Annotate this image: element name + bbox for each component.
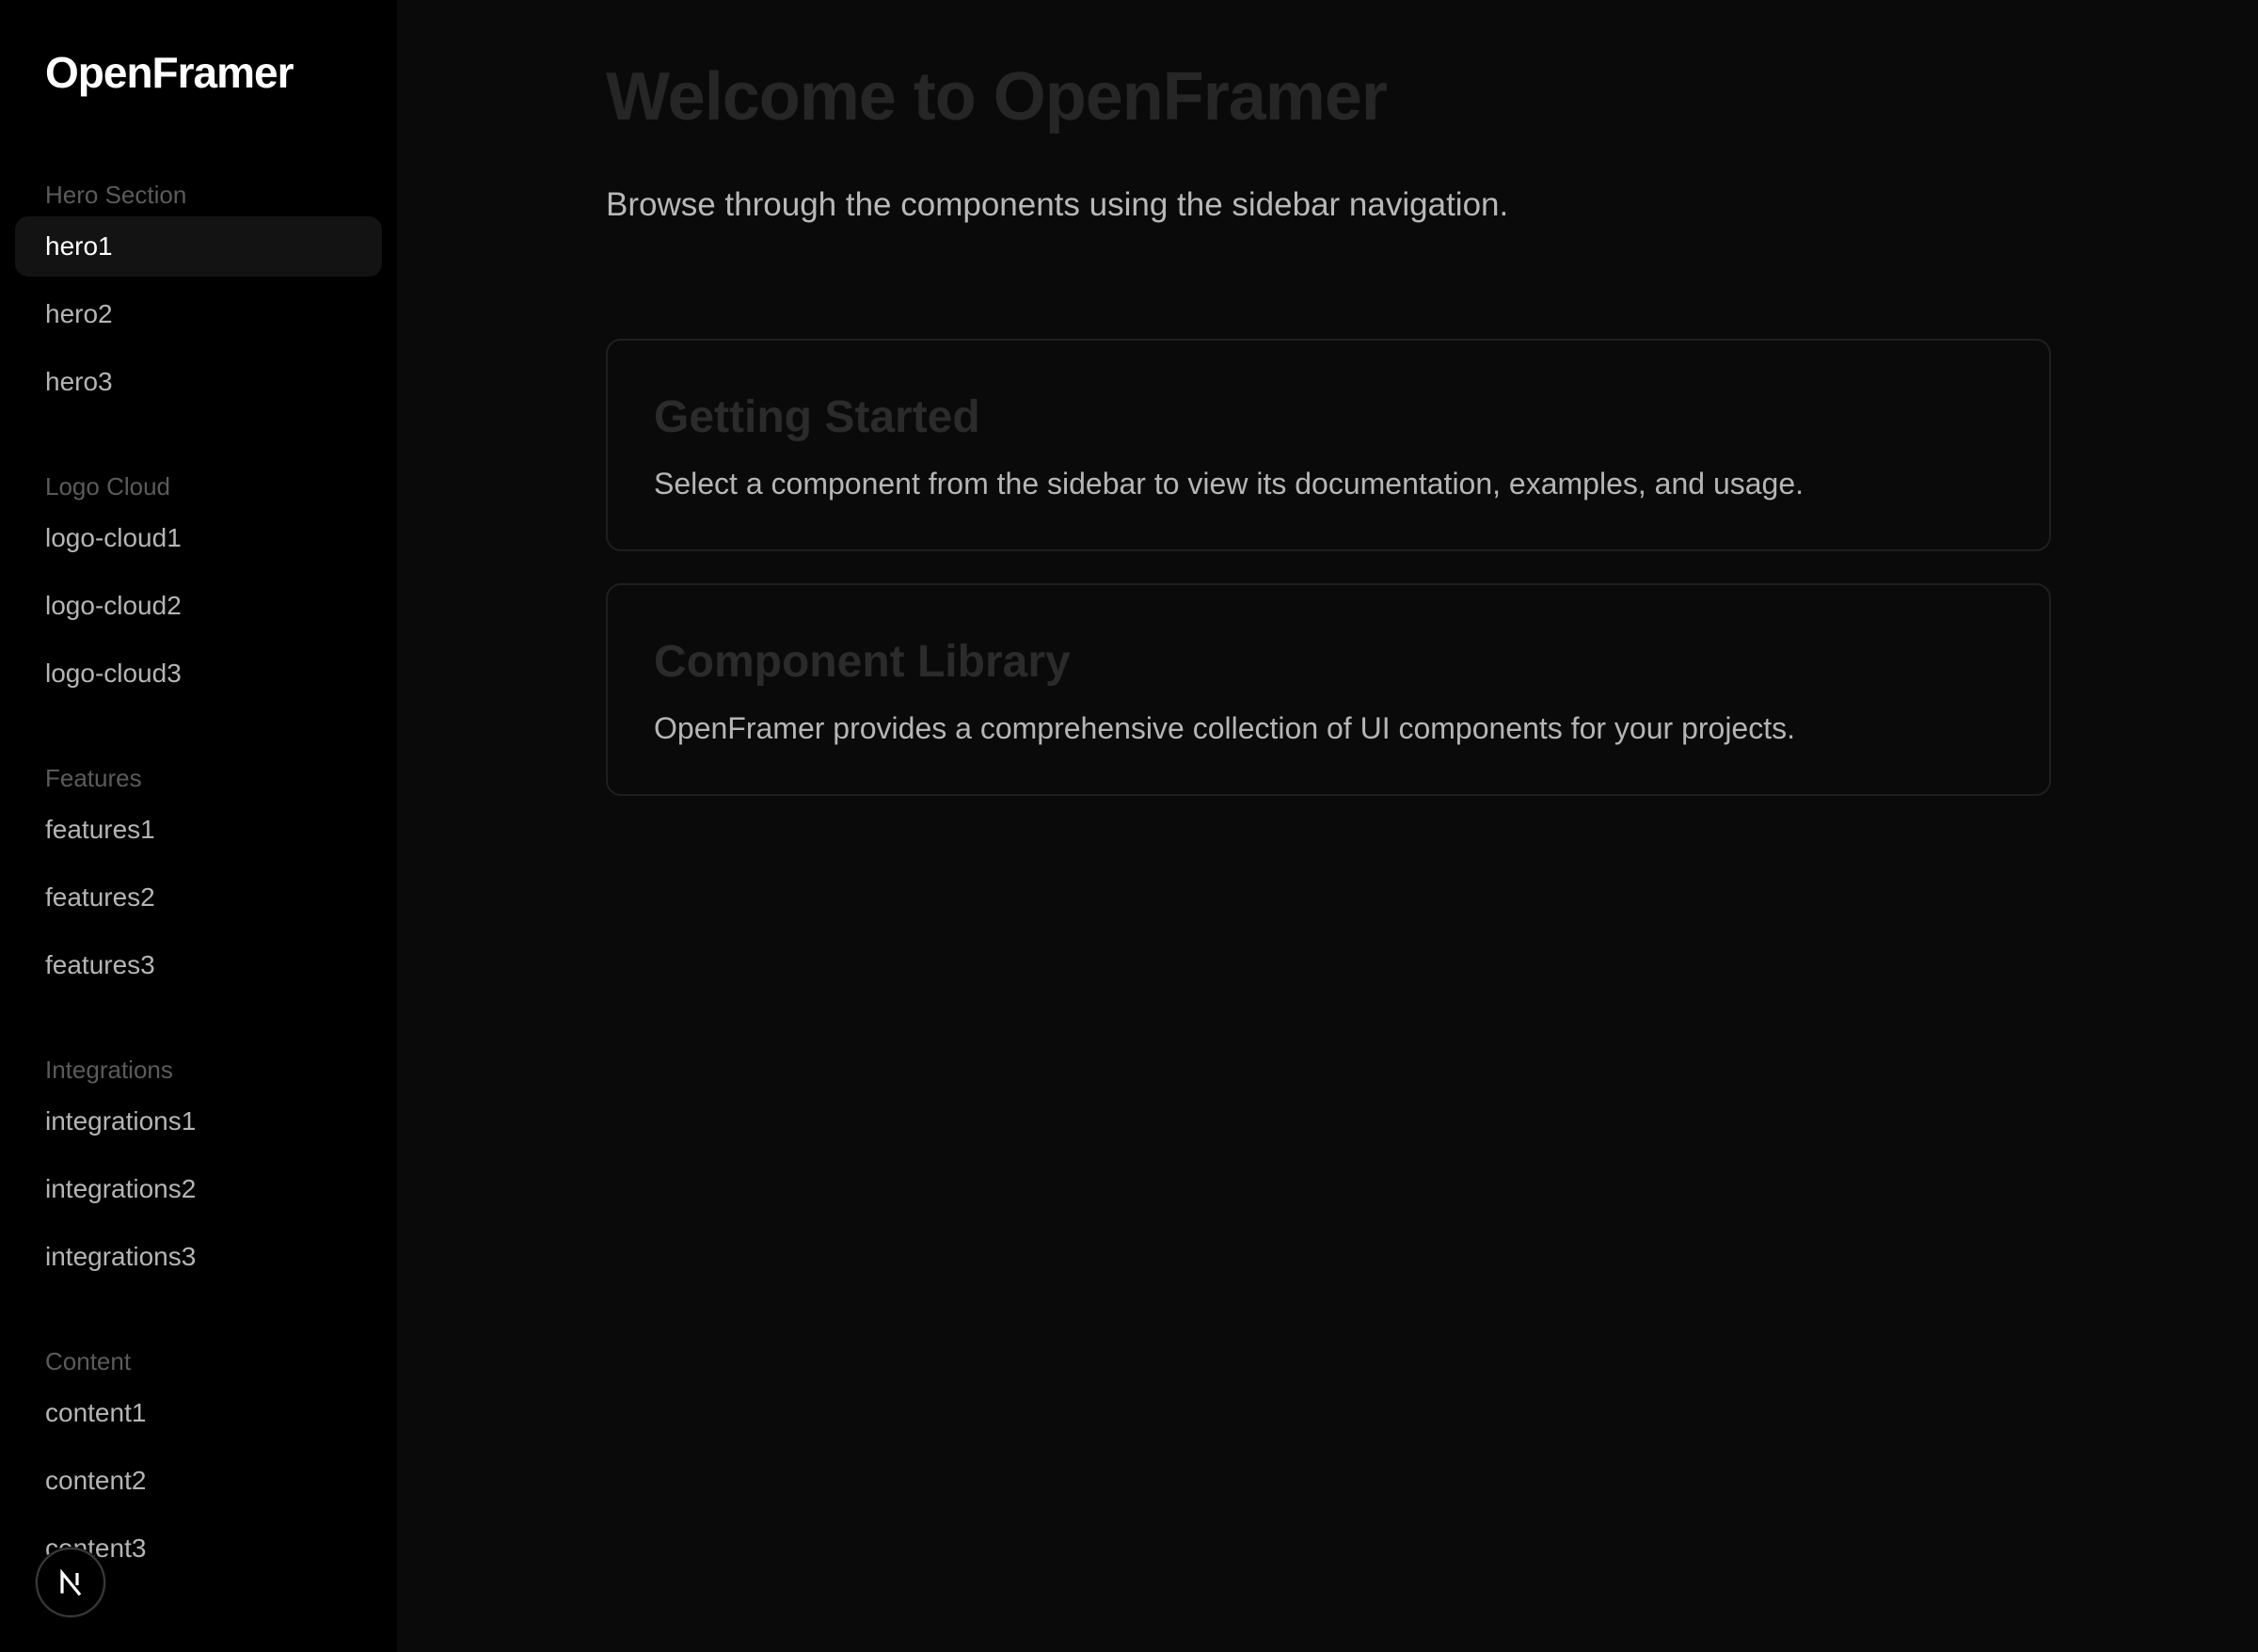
sidebar-item-integrations1[interactable]: integrations1 xyxy=(15,1091,382,1152)
card-text: OpenFramer provides a comprehensive coll… xyxy=(654,711,1795,745)
sidebar-item-content2[interactable]: content2 xyxy=(15,1451,382,1511)
sidebar-item-hero2[interactable]: hero2 xyxy=(15,284,382,344)
section-title: Integrations xyxy=(45,1056,173,1084)
sidebar-item-content1[interactable]: content1 xyxy=(15,1383,382,1443)
card-text: Select a component from the sidebar to v… xyxy=(654,467,1805,500)
nextjs-icon xyxy=(60,1568,82,1596)
app: OpenFramer Hero Section hero1 hero2 hero… xyxy=(0,0,2258,1652)
sidebar-item-logo-cloud2[interactable]: logo-cloud2 xyxy=(15,576,382,636)
nav-section-integrations: Integrations integrations1 integrations2… xyxy=(0,1054,397,1287)
sidebar: OpenFramer Hero Section hero1 hero2 hero… xyxy=(0,0,397,1652)
section-title: Features xyxy=(45,764,142,792)
sidebar-item-integrations3[interactable]: integrations3 xyxy=(15,1227,382,1287)
card-title: Component Library xyxy=(654,637,1071,687)
sidebar-item-logo-cloud3[interactable]: logo-cloud3 xyxy=(15,643,382,704)
logo[interactable]: OpenFramer xyxy=(45,47,294,98)
card-getting-started: Getting Started Select a component from … xyxy=(606,339,2051,551)
card-title: Getting Started xyxy=(654,392,980,442)
page-subtitle: Browse through the components using the … xyxy=(606,186,1509,223)
sidebar-item-logo-cloud1[interactable]: logo-cloud1 xyxy=(15,508,382,568)
card-component-library: Component Library OpenFramer provides a … xyxy=(606,583,2051,796)
sidebar-item-features2[interactable]: features2 xyxy=(15,867,382,928)
section-title: Hero Section xyxy=(45,181,187,209)
sidebar-nav: Hero Section hero1 hero2 hero3 Logo Clou… xyxy=(0,179,397,1579)
sidebar-item-features1[interactable]: features1 xyxy=(15,800,382,860)
nav-section-content: Content content1 content2 content3 xyxy=(0,1345,397,1579)
sidebar-item-integrations2[interactable]: integrations2 xyxy=(15,1159,382,1219)
nav-section-features: Features features1 features2 features3 xyxy=(0,762,397,995)
nav-section-logo-cloud: Logo Cloud logo-cloud1 logo-cloud2 logo-… xyxy=(0,470,397,704)
page-title: Welcome to OpenFramer xyxy=(606,59,1388,135)
sidebar-item-hero1[interactable]: hero1 xyxy=(15,216,382,277)
section-title: Logo Cloud xyxy=(45,472,170,500)
nav-section-hero: Hero Section hero1 hero2 hero3 xyxy=(0,179,397,412)
sidebar-item-hero3[interactable]: hero3 xyxy=(15,352,382,412)
main-content: Welcome to OpenFramer Browse through the… xyxy=(397,0,2258,1652)
nextjs-dev-button[interactable] xyxy=(36,1548,105,1617)
sidebar-item-features3[interactable]: features3 xyxy=(15,935,382,995)
section-title: Content xyxy=(45,1347,132,1375)
